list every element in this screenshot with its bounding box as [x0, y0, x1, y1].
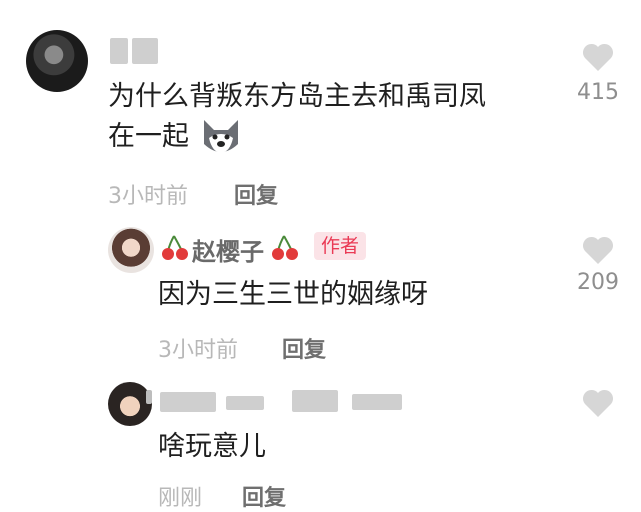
husky-emoji-icon: [204, 120, 238, 153]
avatar[interactable]: [108, 382, 152, 426]
heart-icon[interactable]: [582, 388, 614, 418]
heart-icon[interactable]: [582, 235, 614, 265]
comment-text: 在一起: [108, 121, 189, 152]
comment-text: 因为三生三世的姻缘呀: [158, 279, 428, 310]
author-badge: 作者: [314, 232, 366, 260]
like-count: 209: [577, 270, 619, 295]
avatar[interactable]: [108, 227, 154, 273]
comment-time: 3小时前: [158, 338, 238, 363]
comment-time: 3小时前: [108, 184, 188, 209]
comment-text: 为什么背叛东方岛主去和禹司凤: [108, 81, 486, 112]
username[interactable]: 赵樱子: [192, 232, 264, 267]
reply-button[interactable]: 回复: [242, 480, 286, 512]
comment-text: 啥玩意儿: [158, 431, 266, 462]
avatar[interactable]: [26, 30, 88, 92]
reply-button[interactable]: 回复: [234, 178, 278, 210]
cherry-icon: [162, 235, 188, 260]
reply-button[interactable]: 回复: [282, 332, 326, 364]
comment-time: 刚刚: [158, 486, 203, 511]
cherry-icon: [272, 235, 298, 260]
like-count: 415: [577, 80, 619, 105]
heart-icon[interactable]: [582, 42, 614, 72]
